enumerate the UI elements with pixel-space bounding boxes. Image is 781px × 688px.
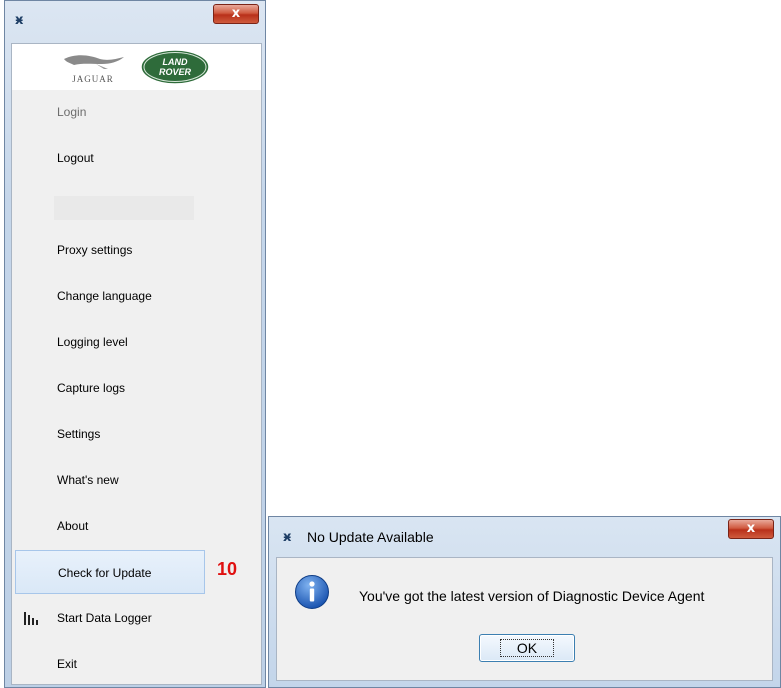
landrover-wordmark-line2: ROVER <box>159 67 192 77</box>
start-data-logger-label: Start Data Logger <box>57 611 152 625</box>
dialog-title: No Update Available <box>307 529 434 545</box>
info-icon <box>295 575 329 609</box>
ok-button[interactable]: OK <box>479 634 575 662</box>
menu-item-settings[interactable]: Settings <box>12 412 261 456</box>
agent-menu-window: ӿ x JAGUAR LAND ROVER Login Logout Proxy… <box>4 0 266 688</box>
menu-titlebar: ӿ x <box>5 1 265 41</box>
menu-item-check-for-update[interactable]: Check for Update <box>15 550 205 594</box>
menu-item-start-data-logger[interactable]: Start Data Logger <box>12 596 261 640</box>
menu-close-button[interactable]: x <box>213 4 259 24</box>
landrover-logo: LAND ROVER <box>140 49 210 85</box>
bar-chart-icon <box>24 612 38 625</box>
dialog-close-button[interactable]: x <box>728 519 774 539</box>
menu-item-exit[interactable]: Exit <box>12 642 261 686</box>
menu-item-about[interactable]: About <box>12 504 261 548</box>
menu-item-login[interactable]: Login <box>12 90 261 134</box>
menu-item-capture-logs[interactable]: Capture logs <box>12 366 261 410</box>
menu-item-logout[interactable]: Logout <box>12 136 261 180</box>
menu-panel: JAGUAR LAND ROVER Login Logout Proxy set… <box>11 43 262 685</box>
no-update-dialog: ӿ No Update Available x You've got the l… <box>268 516 781 688</box>
ok-button-label: OK <box>499 639 555 657</box>
jaguar-logo: JAGUAR <box>64 55 124 84</box>
app-icon: ӿ <box>15 13 24 28</box>
step-number-badge: 10 <box>217 559 238 579</box>
app-icon: ӿ <box>283 530 292 545</box>
brand-logos: JAGUAR LAND ROVER <box>12 44 261 90</box>
dialog-body: You've got the latest version of Diagnos… <box>276 557 773 681</box>
menu-item-proxy-settings[interactable]: Proxy settings <box>12 228 261 272</box>
menu-item-change-language[interactable]: Change language <box>12 274 261 318</box>
jaguar-wordmark: JAGUAR <box>72 74 114 84</box>
landrover-wordmark-line1: LAND <box>163 57 188 67</box>
menu-item-whats-new[interactable]: What's new <box>12 458 261 502</box>
dialog-message: You've got the latest version of Diagnos… <box>359 588 705 604</box>
menu-item-blank <box>54 196 194 220</box>
menu-item-logging-level[interactable]: Logging level <box>12 320 261 364</box>
